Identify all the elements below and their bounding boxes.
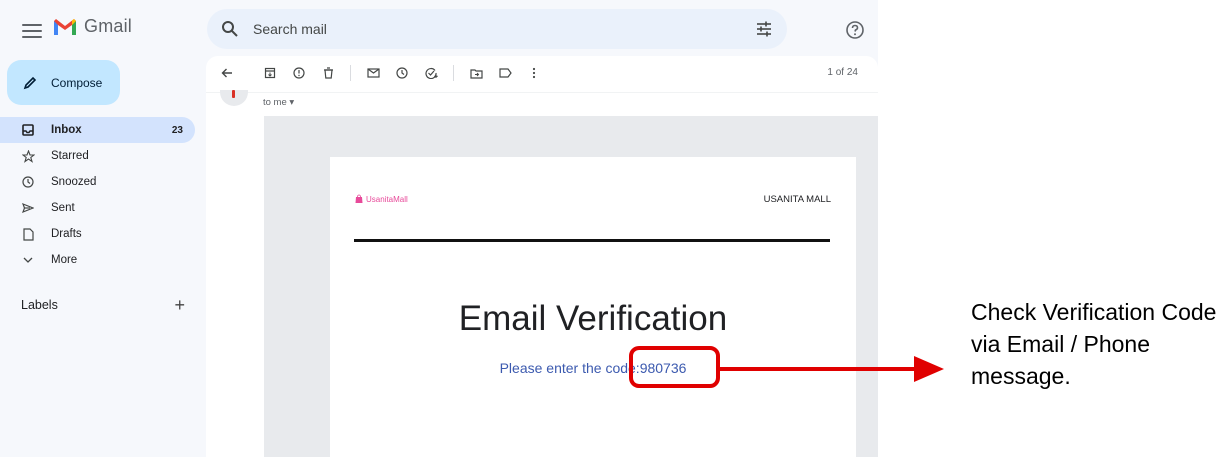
email-body-card: UsanitaMall USANITA MALL Email Verificat…: [330, 157, 856, 457]
star-icon: [21, 149, 35, 163]
sidebar-item-sent[interactable]: Sent: [0, 195, 195, 221]
sidebar-item-label: Sent: [51, 202, 75, 214]
search-input[interactable]: [253, 21, 755, 37]
email-headline: Email Verification: [458, 299, 728, 338]
sidebar-item-more[interactable]: More: [0, 247, 195, 273]
app-name: Gmail: [84, 16, 133, 36]
help-icon[interactable]: [845, 20, 865, 40]
toolbar-divider-line: [206, 92, 878, 93]
draft-icon: [21, 227, 35, 241]
sidebar-nav: Inbox 23 Starred Snoozed Sent Drafts Mor…: [0, 117, 195, 273]
brand-logo-text: UsanitaMall: [366, 194, 408, 204]
shopping-bag-icon: [355, 194, 363, 203]
gmail-m-icon: [54, 18, 76, 35]
callout-text: Check Verification Code via Email / Phon…: [971, 299, 1217, 389]
mark-unread-icon[interactable]: [366, 66, 380, 80]
toolbar-divider: [453, 65, 454, 81]
brand-logo: UsanitaMall: [354, 194, 408, 204]
clock-icon: [21, 175, 35, 189]
main-menu-icon[interactable]: [20, 20, 44, 40]
code-highlight-box: [629, 346, 720, 388]
send-icon: [21, 201, 35, 215]
header-rule: [354, 239, 830, 242]
add-label-icon[interactable]: +: [174, 296, 185, 314]
message-panel: 1 of 24 to me ▾ UsanitaMall USANITA MALL…: [206, 56, 878, 457]
add-task-icon[interactable]: [424, 66, 438, 80]
inbox-icon: [21, 123, 35, 137]
sidebar-item-label: Drafts: [51, 228, 82, 240]
brand-title: USANITA MALL: [763, 194, 831, 205]
recipient-details[interactable]: to me ▾: [263, 97, 294, 108]
sidebar-item-snoozed[interactable]: Snoozed: [0, 169, 195, 195]
report-spam-icon[interactable]: [292, 66, 306, 80]
message-toolbar: 1 of 24: [206, 56, 878, 90]
pagination-count: 1 of 24: [827, 67, 858, 78]
delete-icon[interactable]: [321, 66, 335, 80]
snooze-icon[interactable]: [395, 66, 409, 80]
sidebar-item-label: Snoozed: [51, 176, 97, 188]
label-icon[interactable]: [498, 66, 512, 80]
compose-button[interactable]: Compose: [7, 60, 120, 105]
callout-arrow: [718, 356, 944, 382]
recipient-label: to me: [263, 97, 287, 108]
sidebar-item-label: More: [51, 254, 78, 266]
more-options-icon[interactable]: [527, 66, 541, 80]
archive-icon[interactable]: [263, 66, 277, 80]
labels-heading: Labels: [21, 298, 58, 312]
move-to-icon[interactable]: [469, 66, 483, 80]
chevron-down-icon: [21, 253, 35, 267]
sidebar-item-drafts[interactable]: Drafts: [0, 221, 195, 247]
labels-header: Labels +: [21, 296, 185, 314]
search-bar[interactable]: [207, 9, 787, 49]
sidebar-item-label: Inbox: [51, 124, 82, 136]
avatar-mark: [232, 90, 235, 98]
compose-label: Compose: [51, 75, 103, 90]
back-arrow-icon[interactable]: [220, 66, 234, 80]
toolbar-divider: [350, 65, 351, 81]
search-options-icon[interactable]: [755, 20, 773, 38]
avatar: [220, 90, 248, 106]
pencil-icon: [23, 76, 37, 89]
search-icon[interactable]: [221, 20, 239, 38]
gmail-logo[interactable]: Gmail: [52, 16, 132, 37]
sidebar-item-starred[interactable]: Starred: [0, 143, 195, 169]
caret-down-icon[interactable]: ▾: [289, 97, 294, 108]
sidebar-item-label: Starred: [51, 150, 89, 162]
inbox-count: 23: [171, 124, 183, 136]
sidebar-item-inbox[interactable]: Inbox 23: [0, 117, 195, 143]
